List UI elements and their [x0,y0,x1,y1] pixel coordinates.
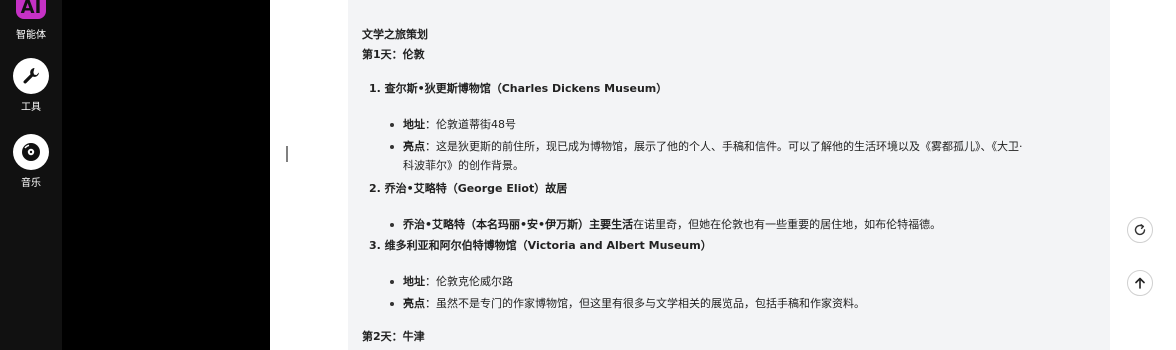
bullet [390,145,394,149]
address-label: 地址 [403,118,425,131]
bullet [390,123,394,127]
highlight-value: ：虽然不是专门的作家博物馆，但这里有很多与文学相关的展览品，包括手稿和作家资料。 [425,297,865,310]
item1-highlight: 亮点：这是狄更斯的前住所，现已成为博物馆，展示了他的个人、手稿和信件。可以了解他… [403,138,1023,154]
message-content: 文学之旅策划 第1天：伦敦 1. 查尔斯•狄更斯博物馆（Charles Dick… [348,0,1110,350]
regenerate-button[interactable] [1127,217,1153,243]
item-heading-3: 3. 维多利亚和阿尔伯特博物馆（Victoria and Albert Muse… [369,239,712,252]
rail-item-tools[interactable]: 工具 [0,58,62,113]
rail-label-music: 音乐 [21,178,41,189]
arrow-up-icon [1135,277,1145,289]
highlight-value: ：这是狄更斯的前住所，现已成为博物馆，展示了他的个人、手稿和信件。可以了解他的生… [425,140,1023,153]
item-heading-1: 1. 查尔斯•狄更斯博物馆（Charles Dickens Museum） [369,82,668,95]
bullet [390,223,394,227]
app-rail: AI 智能体 工具 音乐 [0,0,62,350]
day2-heading: 第2天：牛津 [362,330,425,343]
item1-address: 地址：伦敦道蒂街48号 [403,116,516,132]
item2-text: 乔治•艾略特（本名玛丽•安•伊万斯）主要生活在诺里奇，但她在伦敦也有一些重要的居… [403,216,941,232]
music-disc-icon [13,134,49,170]
rail-label-tools: 工具 [21,102,41,113]
doc-title: 文学之旅策划 [362,28,428,41]
rail-label-agents: 智能体 [16,30,46,41]
item2-rest: 在诺里奇，但她在伦敦也有一些重要的居住地，如布伦特福德。 [633,218,942,231]
agent-logo-icon: AI [13,0,49,22]
item1-highlight-cont: 科波菲尔》的创作背景。 [403,159,524,172]
address-value: ：伦敦克伦威尔路 [425,275,513,288]
item-heading-2: 2. 乔治•艾略特（George Eliot）故居 [369,182,568,195]
item2-bold: 乔治•艾略特（本名玛丽•安•伊万斯）主要生活 [403,218,634,231]
side-panel [62,0,270,350]
scroll-top-button[interactable] [1127,270,1153,296]
rail-item-music[interactable]: 音乐 [0,134,62,189]
bullet [390,302,394,306]
highlight-label: 亮点 [403,297,425,310]
address-value: ：伦敦道蒂街48号 [425,118,516,131]
item3-highlight: 亮点：虽然不是专门的作家博物馆，但这里有很多与文学相关的展览品，包括手稿和作家资… [403,295,865,311]
refresh-icon [1134,224,1146,236]
address-label: 地址 [403,275,425,288]
day1-heading: 第1天：伦敦 [362,48,425,61]
wrench-icon [13,58,49,94]
svg-text:AI: AI [21,0,42,18]
highlight-label: 亮点 [403,140,425,153]
rail-item-agents[interactable]: AI 智能体 [0,0,62,41]
item3-address: 地址：伦敦克伦威尔路 [403,273,513,289]
bullet [390,280,394,284]
resize-handle[interactable] [286,146,288,162]
clipped-line [362,0,602,2]
